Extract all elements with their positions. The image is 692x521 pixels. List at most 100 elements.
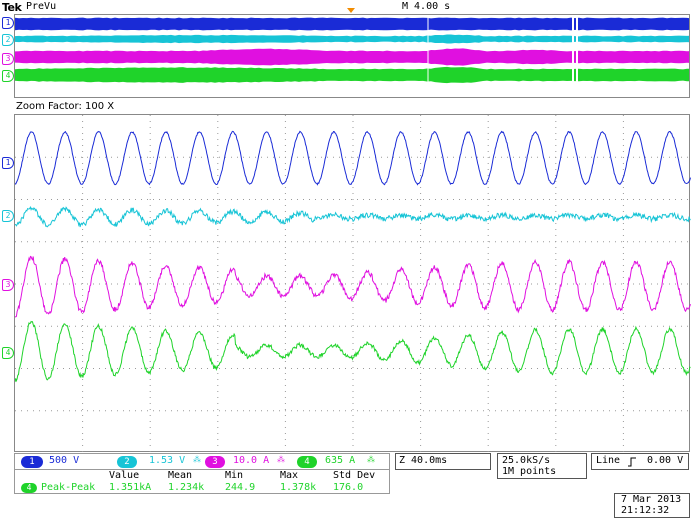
grid-dot — [219, 326, 220, 327]
grid-dot — [105, 326, 106, 327]
grid-dot — [183, 241, 184, 242]
grid-dot — [543, 199, 544, 200]
grid-dot — [217, 121, 218, 122]
ch3-scale[interactable]: 10.0 A — [233, 455, 269, 466]
grid-dot — [591, 410, 592, 411]
grid-dot — [488, 361, 489, 362]
grid-dot — [507, 326, 508, 327]
grid-dot — [488, 115, 489, 116]
grid-dot — [411, 368, 412, 369]
grid-dot — [321, 410, 322, 411]
main-timebase[interactable]: M 4.00 s — [402, 1, 450, 12]
grid-dot — [369, 157, 370, 158]
grid-dot — [353, 151, 354, 152]
zoom-ch1-marker[interactable]: 1 — [2, 157, 14, 169]
grid-dot — [353, 133, 354, 134]
zoom-plot[interactable] — [14, 114, 690, 452]
ch1-badge[interactable]: 1 — [21, 456, 43, 468]
ch2-badge[interactable]: 2 — [117, 456, 137, 468]
grid-dot — [171, 368, 172, 369]
grid-dot — [555, 181, 556, 182]
grid-dot — [353, 433, 354, 434]
grid-dot — [243, 368, 244, 369]
grid-dot — [488, 445, 489, 446]
grid-dot — [369, 241, 370, 242]
grid-dot — [321, 157, 322, 158]
trigger-readout[interactable]: Line 0.00 V — [591, 453, 689, 470]
grid-dot — [111, 241, 112, 242]
grid-dot — [555, 319, 556, 320]
zoom-ch3-marker[interactable]: 3 — [2, 279, 14, 291]
grid-dot — [488, 343, 489, 344]
ch1-scale[interactable]: 500 V — [49, 455, 79, 466]
grid-dot — [537, 157, 538, 158]
grid-dot — [285, 289, 286, 290]
grid-dot — [423, 241, 424, 242]
grid-dot — [687, 326, 688, 327]
grid-dot — [195, 326, 196, 327]
grid-dot — [555, 391, 556, 392]
grid-dot — [153, 326, 154, 327]
grid-dot — [147, 199, 148, 200]
grid-dot — [150, 181, 151, 182]
grid-dot — [21, 241, 22, 242]
ch4-badge[interactable]: 4 — [297, 456, 317, 468]
grid-dot — [423, 284, 424, 285]
grid-dot — [420, 157, 421, 158]
grid-dot — [217, 235, 218, 236]
zoom-scale-readout[interactable]: Z 40.0ms — [395, 453, 491, 470]
grid-dot — [488, 157, 489, 158]
grid-dot — [420, 421, 421, 422]
ch1-ground-marker[interactable]: 1 — [2, 17, 14, 29]
ch3-badge[interactable]: 3 — [205, 456, 225, 468]
grid-dot — [217, 325, 218, 326]
grid-dot — [57, 410, 58, 411]
grid-dot — [177, 199, 178, 200]
grid-dot — [488, 223, 489, 224]
grid-dot — [420, 127, 421, 128]
grid-dot — [75, 326, 76, 327]
grid-dot — [315, 284, 316, 285]
ch4-ground-marker[interactable]: 4 — [2, 70, 14, 82]
grid-dot — [237, 368, 238, 369]
grid-dot — [105, 368, 106, 369]
ch2-ground-marker[interactable]: 2 — [2, 34, 14, 46]
grid-dot — [285, 415, 286, 416]
grid-dot — [243, 326, 244, 327]
zoom-ch4-marker[interactable]: 4 — [2, 347, 14, 359]
grid-dot — [623, 205, 624, 206]
grid-dot — [645, 241, 646, 242]
grid-dot — [183, 326, 184, 327]
meas-max: 1.378k — [280, 482, 316, 493]
ch2-scale[interactable]: 1.53 V — [149, 455, 185, 466]
grid-dot — [420, 355, 421, 356]
overview-gap-0 — [572, 15, 574, 98]
grid-dot — [411, 326, 412, 327]
overview-plot[interactable] — [14, 14, 690, 98]
ch4-scale[interactable]: 635 A — [325, 455, 355, 466]
grid-dot — [488, 295, 489, 296]
grid-dot — [150, 277, 151, 278]
trigger-position-marker-icon[interactable] — [347, 8, 355, 13]
grid-dot — [82, 169, 83, 170]
grid-dot — [117, 326, 118, 327]
grid-dot — [237, 326, 238, 327]
grid-dot — [249, 241, 250, 242]
grid-dot — [261, 241, 262, 242]
zoom-ch2-marker[interactable]: 2 — [2, 210, 14, 222]
grid-dot — [471, 241, 472, 242]
overview-gap-1 — [576, 15, 578, 98]
grid-dot — [609, 157, 610, 158]
grid-dot — [353, 139, 354, 140]
grid-dot — [81, 326, 82, 327]
grid-dot — [357, 199, 358, 200]
acquisition-readout[interactable]: 25.0kS/s 1M points — [497, 453, 587, 479]
ch3-ground-marker[interactable]: 3 — [2, 53, 14, 65]
grid-dot — [165, 199, 166, 200]
grid-dot — [465, 241, 466, 242]
grid-dot — [465, 326, 466, 327]
measurement-panel[interactable]: Value Mean Min Max Std Dev 4 Peak-Peak 1… — [14, 469, 390, 494]
grid-dot — [623, 313, 624, 314]
grid-dot — [150, 319, 151, 320]
grid-dot — [555, 121, 556, 122]
